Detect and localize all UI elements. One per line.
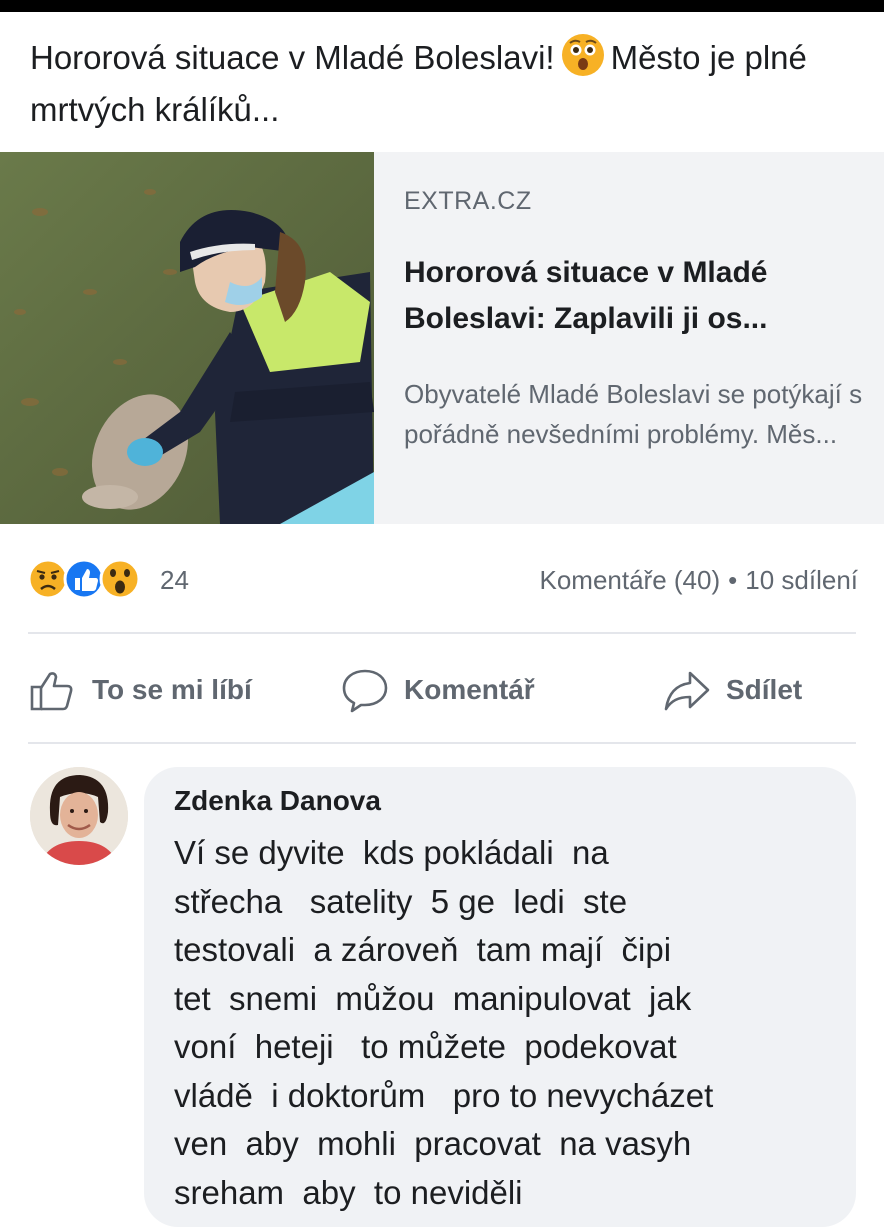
comment-label: Komentář	[404, 674, 535, 705]
comment-line: sreham aby to neviděli	[174, 1173, 523, 1211]
comment-line: ven aby mohli pracovat na vasyh	[174, 1125, 692, 1162]
post-text: Hororová situace v Mladé Boleslavi! Měst…	[30, 32, 860, 136]
comment-bubble: Zdenka Danova Ví se dyvite kds pokládali…	[144, 767, 856, 1227]
comment-line: testovali a zároveň tam mají čipi	[174, 931, 672, 968]
share-button[interactable]: Sdílet	[662, 660, 802, 720]
post-meta: Komentáře (40) • 10 sdílení	[539, 565, 858, 596]
astonished-face-icon	[561, 33, 605, 77]
comment-line: tet snemi můžou manipulovat jak	[174, 979, 692, 1017]
reaction-icons[interactable]	[27, 556, 150, 602]
top-bar	[0, 0, 884, 12]
link-preview-card[interactable]: EXTRA.CZ Hororová situace v Mladé Bolesl…	[0, 152, 884, 524]
divider-top	[28, 632, 856, 634]
like-reaction-icon	[63, 558, 105, 600]
comment-line: střecha satelity 5 ge ledi ste	[174, 882, 628, 920]
comments-count-link[interactable]: Komentáře (40)	[539, 565, 720, 595]
shares-count-link[interactable]: 10 sdílení	[745, 565, 858, 595]
reaction-count[interactable]: 24	[160, 565, 189, 596]
like-button[interactable]: To se mi líbí	[28, 660, 252, 720]
link-title[interactable]: Hororová situace v Mladé Boleslavi: Zapl…	[404, 250, 864, 342]
reactions-row: 24 Komentáře (40) • 10 sdílení	[27, 556, 858, 604]
thumbs-up-icon	[30, 672, 73, 711]
avatar[interactable]	[30, 767, 128, 865]
link-domain: EXTRA.CZ	[404, 187, 532, 215]
comment-line: voní heteji to můžete podekovat	[174, 1028, 677, 1065]
share-arrow-icon	[664, 671, 710, 711]
link-description: Obyvatelé Mladé Boleslavi se potýkají s …	[404, 379, 863, 449]
link-preview-image[interactable]	[0, 152, 374, 524]
sad-reaction-icon	[27, 558, 69, 600]
comment-text: Ví se dyvite kds pokládali na střecha sa…	[174, 829, 844, 1217]
comment-line: Ví se dyvite kds pokládali na	[174, 834, 609, 871]
wow-reaction-icon	[99, 558, 141, 600]
comment-button[interactable]: Komentář	[340, 660, 535, 720]
link-preview-body[interactable]: EXTRA.CZ Hororová situace v Mladé Bolesl…	[374, 152, 884, 524]
comment-icon	[342, 669, 388, 713]
comment-author[interactable]: Zdenka Danova	[174, 785, 381, 817]
divider-bottom	[28, 742, 856, 744]
post-text-part1: Hororová situace v Mladé Boleslavi!	[30, 39, 555, 76]
meta-separator: •	[728, 565, 738, 595]
action-bar: To se mi líbí Komentář Sdílet	[0, 650, 884, 730]
like-label: To se mi líbí	[92, 674, 252, 705]
share-label: Sdílet	[726, 674, 803, 705]
comment-line: vládě i doktorům pro to nevycházet	[174, 1076, 714, 1114]
